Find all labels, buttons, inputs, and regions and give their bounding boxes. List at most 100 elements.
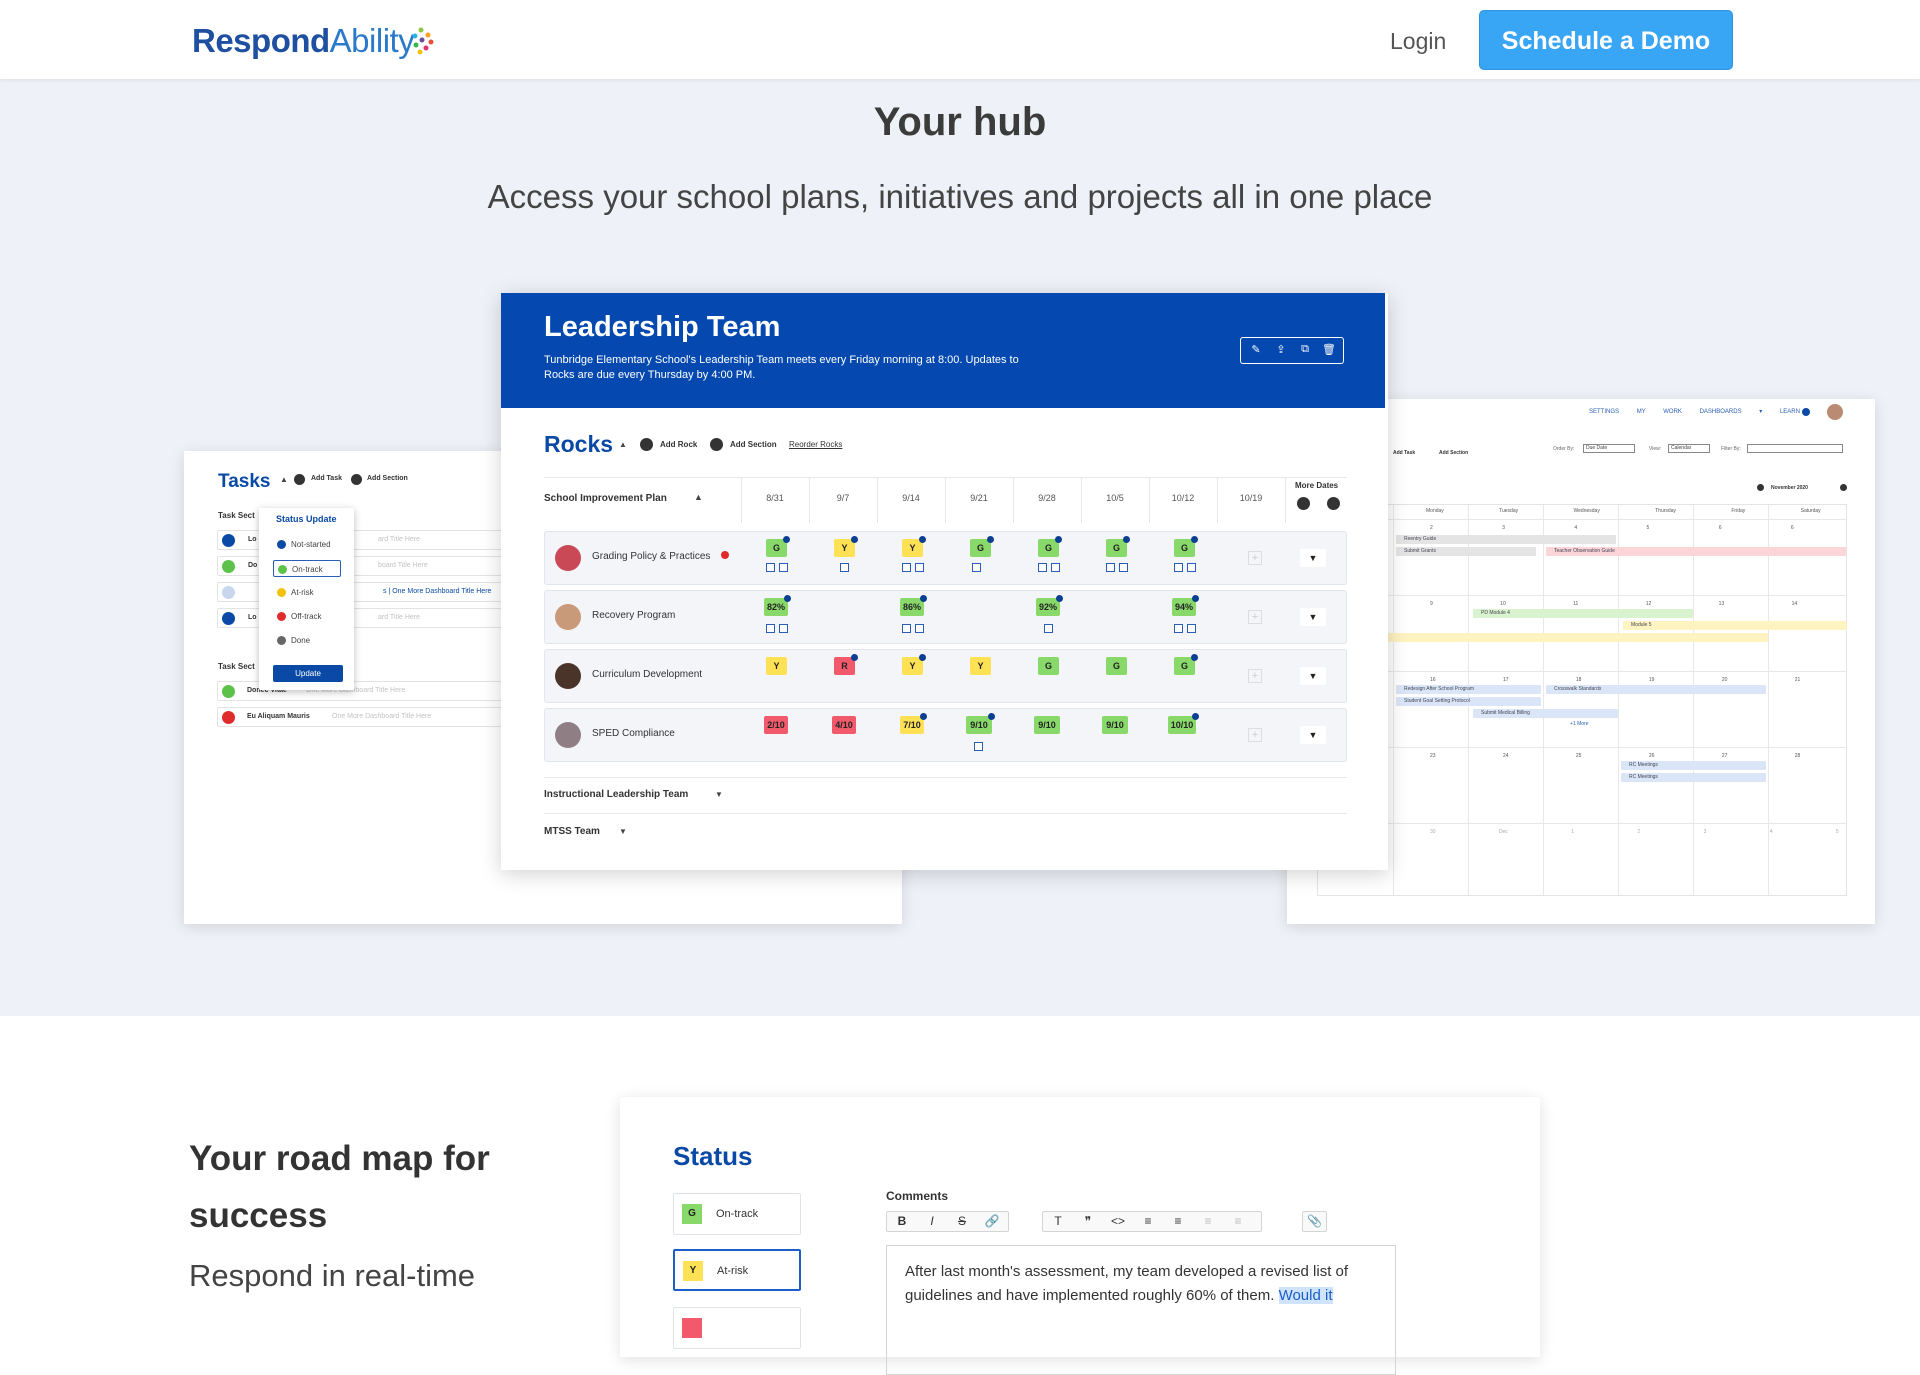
thumbs-up-icon[interactable] <box>222 560 235 573</box>
status-badge[interactable]: Y <box>766 657 787 675</box>
calendar-event[interactable]: RC Meetings <box>1621 761 1766 770</box>
order-by-select[interactable]: Due Date <box>1583 444 1635 453</box>
status-badge[interactable]: Y <box>834 536 858 557</box>
rock-row[interactable]: SPED Compliance 2/10 4/10 7/10 9/10 9/10… <box>544 708 1347 762</box>
status-badge[interactable]: G <box>1174 654 1198 675</box>
thumbs-up-icon[interactable] <box>222 685 235 698</box>
status-badge[interactable]: G <box>1174 536 1198 557</box>
calendar-event[interactable]: PD Module 4 <box>1473 609 1693 618</box>
status-badge[interactable]: G <box>1038 536 1062 557</box>
add-update-icon[interactable]: + <box>1248 551 1262 565</box>
calendar-event[interactable]: RC Meetings <box>1621 773 1766 782</box>
status-badge[interactable]: 86% <box>900 595 927 616</box>
italic-icon[interactable]: I <box>917 1212 947 1231</box>
prev-month-icon[interactable] <box>1757 484 1764 491</box>
status-badge[interactable]: Y <box>902 536 926 557</box>
schedule-demo-button[interactable]: Schedule a Demo <box>1479 10 1733 70</box>
edit-icon[interactable]: ✎ <box>1249 343 1263 357</box>
bold-icon[interactable]: B <box>887 1212 917 1231</box>
alert-icon[interactable] <box>222 711 235 724</box>
nav-dashboards[interactable]: DASHBOARDS ▾ <box>1700 409 1763 415</box>
status-badge[interactable]: R <box>834 654 858 675</box>
rock-row[interactable]: Curriculum Development Y R Y Y G G G + ▼ <box>544 649 1347 703</box>
collapse-icon[interactable]: ▲ <box>619 440 627 449</box>
status-badge[interactable]: 7/10 <box>900 713 927 734</box>
add-rock-link[interactable]: Add Rock <box>660 440 697 449</box>
nav-my-work[interactable]: MY WORK <box>1637 409 1682 415</box>
calendar-event[interactable]: Redesign After School Program <box>1396 685 1541 694</box>
add-section-link[interactable]: Add Section <box>367 475 408 482</box>
add-section-icon[interactable] <box>710 438 723 451</box>
logo[interactable]: RespondAbility <box>192 22 415 60</box>
add-rock-icon[interactable] <box>640 438 653 451</box>
status-badge[interactable]: 9/10 <box>1034 716 1060 734</box>
status-dot-icon[interactable] <box>222 534 235 547</box>
login-link[interactable]: Login <box>1390 28 1446 55</box>
status-badge[interactable]: 9/10 <box>1102 716 1128 734</box>
calendar-event[interactable]: Teacher Observation Guide <box>1546 547 1846 556</box>
calendar-event[interactable]: Crosswalk Standards <box>1546 685 1766 694</box>
comment-editor[interactable]: After last month's assessment, my team d… <box>886 1245 1396 1375</box>
rock-row[interactable]: Grading Policy & Practices G Y Y G G G G… <box>544 531 1347 585</box>
nav-learn[interactable]: LEARN <box>1780 409 1800 415</box>
status-badge[interactable]: G <box>1038 657 1059 675</box>
add-task-icon[interactable] <box>294 474 305 485</box>
expand-icon[interactable]: ▼ <box>1300 726 1326 744</box>
rock-row[interactable]: Recovery Program 82% 86% 92% 94% + ▼ <box>544 590 1347 644</box>
text-size-icon[interactable]: T <box>1043 1212 1073 1231</box>
status-badge[interactable]: G <box>766 536 790 557</box>
add-section-link[interactable]: Add Section <box>1439 450 1468 456</box>
add-task-link[interactable]: Add Task <box>1393 450 1415 456</box>
expand-icon[interactable]: ▼ <box>1300 667 1326 685</box>
status-badge[interactable]: Y <box>902 654 926 675</box>
add-section-icon[interactable] <box>351 474 362 485</box>
status-badge[interactable]: G <box>1106 536 1130 557</box>
trash-icon[interactable]: 🗑 <box>1322 343 1336 357</box>
bullet-list-icon[interactable]: ≡ <box>1133 1212 1163 1231</box>
avatar[interactable] <box>1827 404 1843 420</box>
status-badge[interactable]: 10/10 <box>1168 713 1199 734</box>
status-badge[interactable]: 94% <box>1172 595 1199 616</box>
expand-icon[interactable]: ▼ <box>1300 549 1326 567</box>
status-option-on-track[interactable]: G On-track <box>673 1193 801 1235</box>
view-select[interactable]: Calendar <box>1668 444 1710 453</box>
prev-dates-icon[interactable] <box>1297 497 1310 510</box>
status-option-at-risk[interactable]: Y At-risk <box>673 1249 801 1291</box>
add-update-icon[interactable]: + <box>1248 728 1262 742</box>
status-badge[interactable]: Y <box>970 657 991 675</box>
status-badge[interactable]: 2/10 <box>764 716 788 734</box>
status-option-not-started[interactable]: Not-started <box>273 536 341 553</box>
status-option-done[interactable]: Done <box>273 632 341 649</box>
code-icon[interactable]: <> <box>1103 1212 1133 1231</box>
quote-icon[interactable]: ❞ <box>1073 1212 1103 1231</box>
calendar-event[interactable]: Submit Medical Billing <box>1473 709 1618 718</box>
link-icon[interactable]: 🔗 <box>977 1212 1007 1231</box>
numbered-list-icon[interactable]: ≡ <box>1163 1212 1193 1231</box>
collapse-icon[interactable]: ▲ <box>694 492 703 502</box>
status-badge[interactable]: G <box>1106 657 1127 675</box>
chevron-down-icon[interactable]: ▼ <box>715 790 723 799</box>
group-instructional-leadership[interactable]: Instructional Leadership Team <box>544 789 688 800</box>
update-button[interactable]: Update <box>273 665 343 682</box>
add-section-link[interactable]: Add Section <box>730 440 777 449</box>
help-icon[interactable] <box>1802 408 1810 416</box>
calendar-event[interactable]: Reentry Guide <box>1396 535 1616 544</box>
status-badge[interactable]: 82% <box>764 595 791 616</box>
reorder-rocks-link[interactable]: Reorder Rocks <box>789 440 842 449</box>
outdent-icon[interactable]: ≡ <box>1193 1212 1223 1231</box>
calendar-event[interactable]: Submit Grants <box>1396 547 1536 556</box>
next-dates-icon[interactable] <box>1327 497 1340 510</box>
expand-icon[interactable]: ▼ <box>1300 608 1326 626</box>
status-option-at-risk[interactable]: At-risk <box>273 584 341 601</box>
copy-icon[interactable]: ⧉ <box>1298 343 1312 357</box>
chevron-down-icon[interactable]: ▼ <box>619 827 627 836</box>
status-badge[interactable]: 4/10 <box>832 716 856 734</box>
status-badge[interactable]: 92% <box>1036 595 1063 616</box>
group-mtss[interactable]: MTSS Team <box>544 826 600 837</box>
attachment-icon[interactable]: 📎 <box>1303 1212 1326 1231</box>
indent-icon[interactable]: ≡ <box>1223 1212 1253 1231</box>
refresh-icon[interactable] <box>222 586 235 599</box>
more-events-link[interactable]: +1 More <box>1570 721 1588 727</box>
status-option-on-track[interactable]: On-track <box>273 560 341 577</box>
calendar-event[interactable]: Student Goal Setting Protocol <box>1396 697 1541 706</box>
